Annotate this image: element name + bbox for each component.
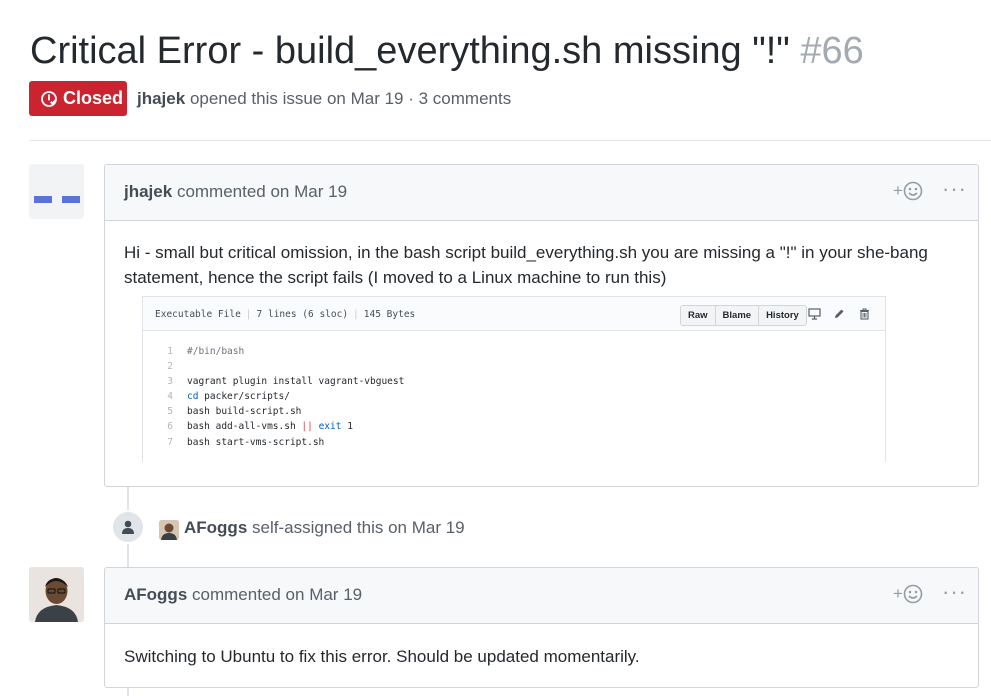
file-kind: Executable File bbox=[155, 309, 241, 320]
event-text: AFoggs self-assigned this on Mar 19 bbox=[184, 518, 465, 538]
code-line: 4 cd packer/scripts/ bbox=[167, 391, 290, 403]
issue-number: #66 bbox=[800, 30, 864, 72]
comment-text: Hi - small but critical omission, in the… bbox=[124, 243, 928, 287]
person-icon bbox=[122, 520, 134, 534]
more-actions-button[interactable]: ··· bbox=[942, 579, 967, 605]
file-size: 145 Bytes bbox=[363, 309, 416, 320]
pencil-icon[interactable] bbox=[833, 308, 845, 320]
avatar[interactable] bbox=[29, 567, 84, 622]
issue-state-label: Closed bbox=[63, 88, 124, 108]
issue-title: Critical Error - build_everything.sh mis… bbox=[30, 26, 864, 76]
identicon-avatar bbox=[34, 196, 80, 203]
comment-author-link[interactable]: AFoggs bbox=[124, 585, 187, 604]
smiley-icon bbox=[903, 584, 923, 604]
file-screenshot: Executable File | 7 lines (6 sloc) | 145 Byt… bbox=[142, 296, 886, 462]
issue-author-link[interactable]: jhajek bbox=[137, 89, 185, 108]
issue-meta-text: opened this issue on Mar 19 · 3 comments bbox=[189, 89, 512, 108]
blame-button[interactable]: Blame bbox=[715, 306, 760, 325]
trash-icon[interactable] bbox=[859, 308, 870, 320]
more-actions-button[interactable]: ··· bbox=[942, 176, 967, 202]
avatar[interactable] bbox=[29, 164, 84, 219]
comment-body: Hi - small but critical omission, in the… bbox=[105, 221, 978, 290]
file-info: Executable File | 7 lines (6 sloc) | 145 Byt… bbox=[155, 309, 416, 320]
comment-header: AFoggs commented on Mar 19 + ··· bbox=[105, 568, 978, 624]
event-description: self-assigned this on Mar 19 bbox=[252, 518, 465, 537]
comment-author-line: AFoggs commented on Mar 19 bbox=[124, 585, 362, 605]
add-reaction-button[interactable]: + bbox=[893, 181, 923, 201]
issue-title-text: Critical Error - build_everything.sh mis… bbox=[30, 30, 790, 72]
timeline-line-bottom bbox=[127, 688, 129, 696]
comment-author-link[interactable]: jhajek bbox=[124, 182, 172, 201]
code-line: 6 bash add-all-vms.sh || exit 1 bbox=[167, 421, 353, 433]
add-reaction-button[interactable]: + bbox=[893, 584, 923, 604]
comment-author-line: jhajek commented on Mar 19 bbox=[124, 182, 347, 202]
user-photo-avatar bbox=[29, 567, 84, 622]
header-divider bbox=[29, 140, 991, 141]
user-photo-avatar bbox=[159, 520, 179, 540]
event-actor-link[interactable]: AFoggs bbox=[184, 518, 247, 537]
smiley-icon bbox=[903, 181, 923, 201]
history-button[interactable]: History bbox=[759, 306, 806, 325]
event-badge bbox=[111, 510, 145, 544]
comment-body: Switching to Ubuntu to fix this error. S… bbox=[105, 624, 978, 669]
code-line: 5 bash build-script.sh bbox=[167, 406, 302, 418]
event-actor-avatar[interactable] bbox=[159, 520, 179, 540]
issue-closed-icon bbox=[41, 90, 57, 107]
code-line: 2 bbox=[167, 361, 173, 373]
comment-text: Switching to Ubuntu to fix this error. S… bbox=[124, 647, 640, 666]
issue-meta: jhajek opened this issue on Mar 19 · 3 c… bbox=[137, 89, 511, 109]
file-header: Executable File | 7 lines (6 sloc) | 145 Byt… bbox=[143, 297, 885, 331]
file-button-group: Raw Blame History bbox=[680, 305, 807, 326]
code-line: 7 bash start-vms-script.sh bbox=[167, 436, 325, 448]
issue-state-badge: Closed bbox=[29, 81, 127, 116]
comment-header: jhajek commented on Mar 19 + ··· bbox=[105, 165, 978, 221]
file-lines: 7 lines (6 sloc) bbox=[256, 309, 349, 320]
raw-button[interactable]: Raw bbox=[681, 306, 716, 325]
comment: AFoggs commented on Mar 19 + ··· Switchi… bbox=[104, 567, 979, 688]
desktop-icon[interactable] bbox=[808, 308, 821, 320]
comment-action: commented on Mar 19 bbox=[192, 585, 363, 604]
code-line: 1 #/bin/bash bbox=[167, 346, 245, 357]
code-line: 3 vagrant plugin install vagrant-vbguest bbox=[167, 376, 405, 388]
comment-action: commented on Mar 19 bbox=[176, 182, 348, 201]
code-block: 1 #/bin/bash 2 3 vagrant plugin install va… bbox=[143, 344, 404, 450]
